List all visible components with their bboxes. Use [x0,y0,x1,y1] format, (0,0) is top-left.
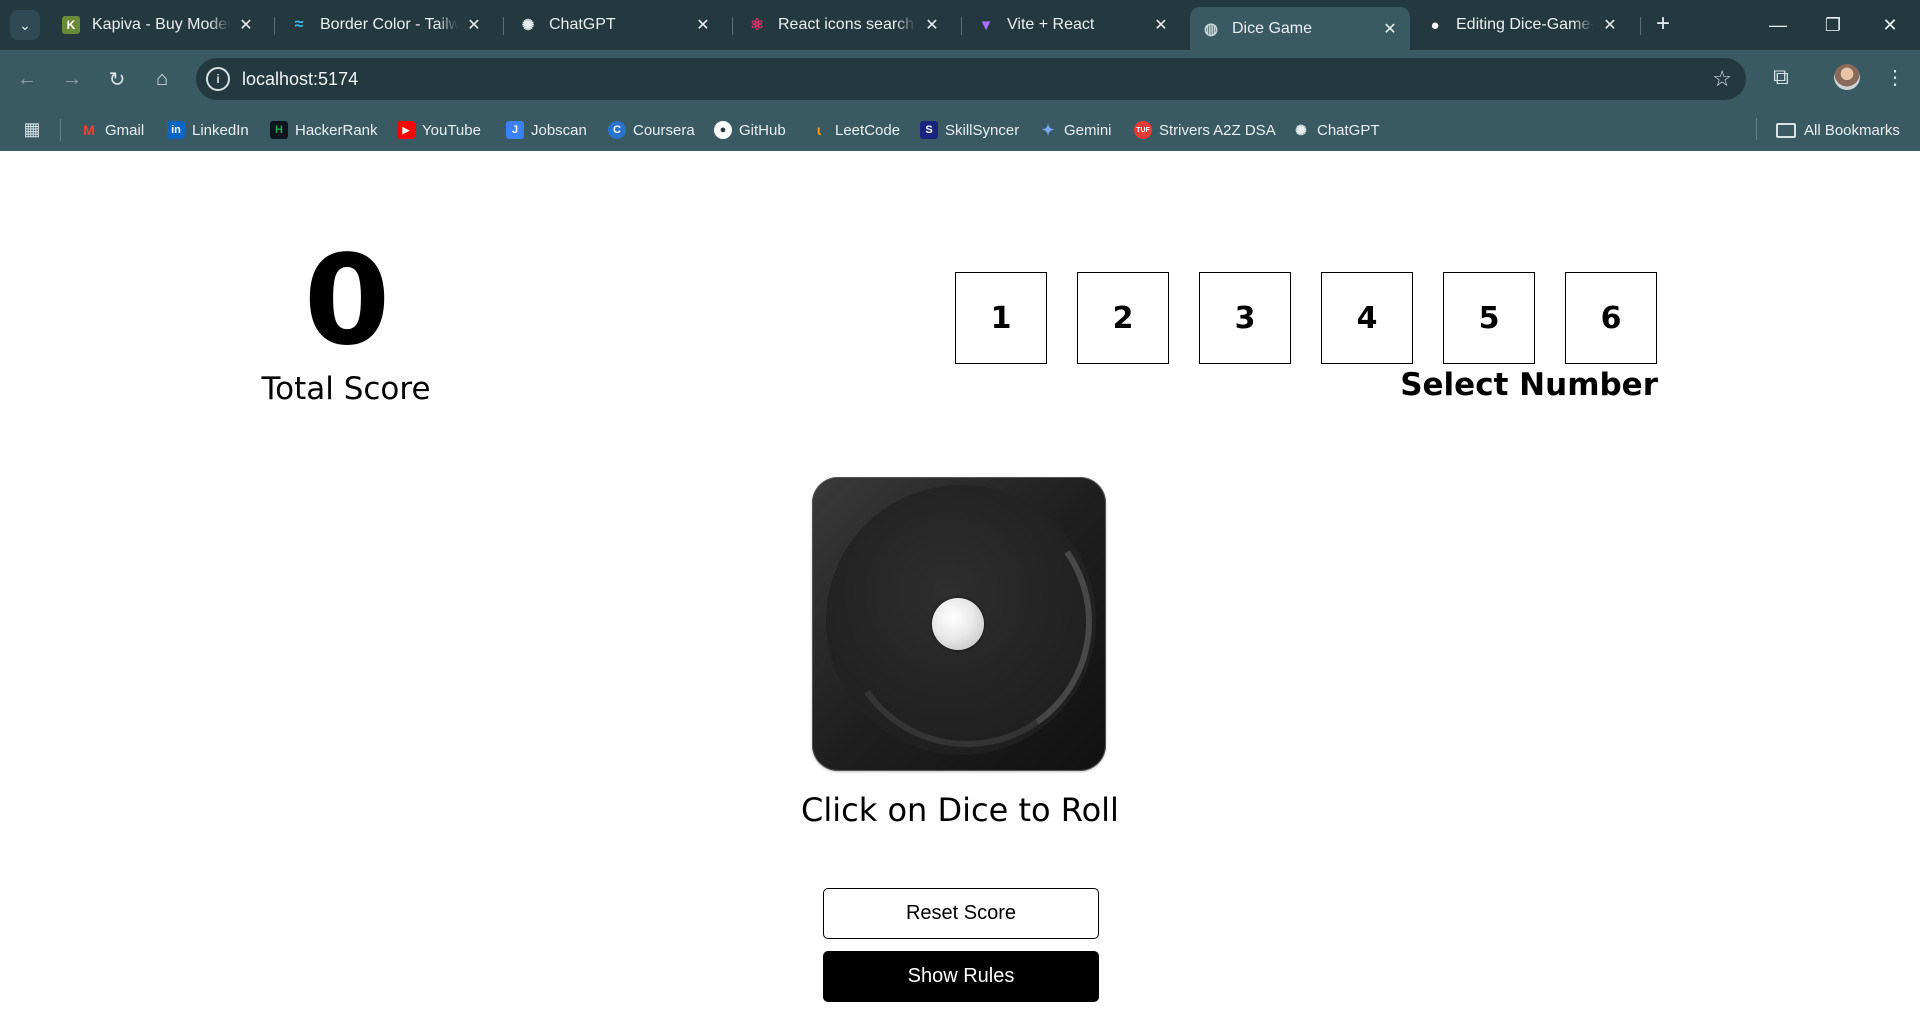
tab-separator [732,17,733,35]
bookmarks-divider [60,119,61,141]
number-box-4[interactable]: 4 [1321,272,1413,364]
hackerrank-icon: H [270,121,288,139]
close-icon[interactable]: ✕ [464,15,484,35]
folder-icon [1776,122,1796,138]
github-icon: ● [714,121,732,139]
tab-vite-react[interactable]: ▼ Vite + React ✕ [965,7,1181,43]
browser-menu-icon[interactable]: ⋮ [1880,62,1910,92]
address-url[interactable]: localhost:5174 [242,69,358,90]
tab-search-icon[interactable]: ⌄ [10,10,40,40]
window-close-button[interactable]: ✕ [1870,8,1910,42]
close-icon[interactable]: ✕ [236,15,256,35]
react-icon: ⚛ [749,17,765,34]
number-box-3[interactable]: 3 [1199,272,1291,364]
youtube-icon: ▶ [397,121,415,139]
github-icon: ● [1430,16,1440,34]
tab-separator [1640,17,1641,35]
home-icon[interactable]: ⌂ [145,62,179,96]
bookmark-strivers[interactable]: TUF Strivers A2Z DSA [1134,118,1276,142]
reset-score-button[interactable]: Reset Score [823,888,1099,939]
number-box-6[interactable]: 6 [1565,272,1657,364]
tab-react-icons[interactable]: ⚛ React icons search re ✕ [736,7,952,43]
dice-pip [932,598,984,650]
skillsyncer-icon: S [920,121,938,139]
bookmark-youtube[interactable]: ▶ YouTube [397,118,481,142]
tab-kapiva[interactable]: K Kapiva - Buy Modern ✕ [50,7,266,43]
address-bar[interactable]: i localhost:5174 ☆ [196,58,1746,100]
tab-dice-game[interactable]: ◍ Dice Game ✕ [1190,7,1410,50]
number-box-2[interactable]: 2 [1077,272,1169,364]
gemini-icon: ✦ [1041,122,1055,139]
close-icon[interactable]: ✕ [693,15,713,35]
bookmark-coursera[interactable]: C Coursera [608,118,695,142]
dice-game-page: 0 Total Score 1 2 3 4 5 6 Select Number … [0,151,1920,1020]
tab-separator [961,17,962,35]
bookmarks-bar: ▦ M Gmail in LinkedIn H HackerRank ▶ You… [0,108,1920,151]
profile-avatar[interactable] [1834,64,1860,90]
score-label: Total Score [261,371,431,407]
tailwind-icon: ≈ [294,16,304,33]
number-selector: 1 2 3 4 5 6 [955,272,1658,364]
site-info-icon[interactable]: i [206,67,230,91]
chatgpt-icon: ✺ [1295,121,1307,138]
bookmark-jobscan[interactable]: J Jobscan [506,118,587,142]
show-rules-button[interactable]: Show Rules [823,951,1099,1002]
close-icon[interactable]: ✕ [1380,19,1400,39]
gmail-icon: M [83,122,95,138]
tab-separator [274,17,275,35]
bookmark-gemini[interactable]: ✦ Gemini [1039,118,1112,142]
bookmark-hackerrank[interactable]: H HackerRank [270,118,378,142]
close-icon[interactable]: ✕ [1600,15,1620,35]
minimize-button[interactable]: — [1758,8,1798,42]
bookmark-github[interactable]: ● GitHub [714,118,786,142]
number-box-5[interactable]: 5 [1443,272,1535,364]
chatgpt-icon: ✺ [521,17,535,34]
tab-github-editing[interactable]: ● Editing Dice-Game-W ✕ [1414,7,1630,43]
forward-icon[interactable]: → [55,62,89,96]
number-box-1[interactable]: 1 [955,272,1047,364]
jobscan-icon: J [506,121,524,139]
tab-chatgpt[interactable]: ✺ ChatGPT ✕ [507,7,723,43]
bookmark-linkedin[interactable]: in LinkedIn [167,118,249,142]
apps-grid-icon[interactable]: ▦ [20,117,44,141]
reload-icon[interactable]: ↻ [100,62,134,96]
vite-icon: ▼ [978,16,994,34]
bookmark-gmail[interactable]: M Gmail [80,118,144,142]
roll-hint: Click on Dice to Roll [801,791,1119,829]
browser-toolbar: ← → ↻ ⌂ i localhost:5174 ☆ [0,50,1920,108]
bookmark-chatgpt[interactable]: ✺ ChatGPT [1292,118,1379,142]
extensions-icon[interactable]: ⧉ [1766,62,1796,92]
kapiva-icon: K [62,16,80,34]
linkedin-icon: in [167,121,185,139]
tab-separator [503,17,504,35]
dice[interactable] [812,477,1112,771]
bookmark-star-icon[interactable]: ☆ [1712,66,1732,92]
close-icon[interactable]: ✕ [1151,15,1171,35]
leetcode-icon: ɩ [817,122,821,138]
globe-icon: ◍ [1204,20,1218,38]
bookmarks-divider [1756,118,1757,140]
bookmark-skillsyncer[interactable]: S SkillSyncer [920,118,1019,142]
tab-tailwind[interactable]: ≈ Border Color - Tailwi ✕ [278,7,494,43]
coursera-icon: C [608,121,626,139]
back-icon[interactable]: ← [10,62,44,96]
tab-strip: ⌄ K Kapiva - Buy Modern ✕ ≈ Border Color… [0,0,1920,50]
close-icon[interactable]: ✕ [922,15,942,35]
score-value: 0 [303,229,390,373]
select-number-label: Select Number [1400,367,1658,403]
browser-chrome: ⌄ K Kapiva - Buy Modern ✕ ≈ Border Color… [0,0,1920,151]
striver-icon: TUF [1134,121,1152,139]
restore-button[interactable]: ❐ [1813,8,1853,42]
total-score: 0 Total Score [246,233,446,409]
bookmark-leetcode[interactable]: ɩ LeetCode [810,118,900,142]
all-bookmarks[interactable]: All Bookmarks [1776,118,1900,142]
new-tab-button[interactable]: + [1650,12,1676,38]
